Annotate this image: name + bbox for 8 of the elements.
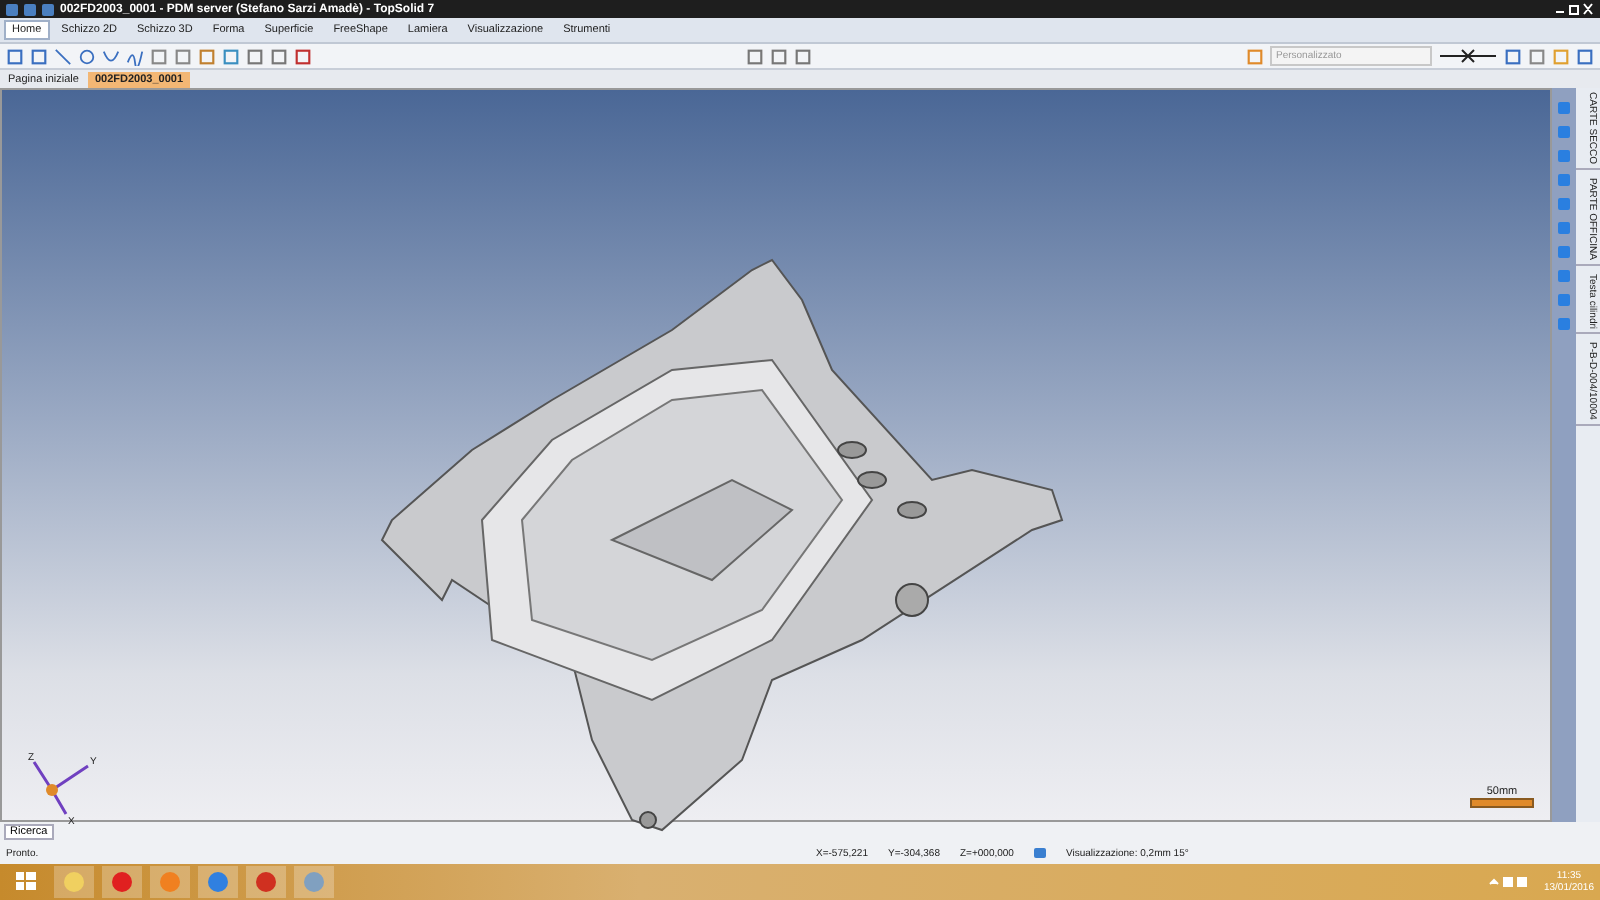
circle-icon[interactable] bbox=[78, 47, 96, 65]
line-style-icon[interactable] bbox=[1438, 48, 1498, 64]
line-icon[interactable] bbox=[54, 47, 72, 65]
scale-bar bbox=[1470, 798, 1534, 808]
rectangle-icon[interactable] bbox=[30, 47, 48, 65]
window-controls-icon[interactable] bbox=[1554, 2, 1594, 16]
spline-icon[interactable] bbox=[126, 47, 144, 65]
arc-icon[interactable] bbox=[102, 47, 120, 65]
